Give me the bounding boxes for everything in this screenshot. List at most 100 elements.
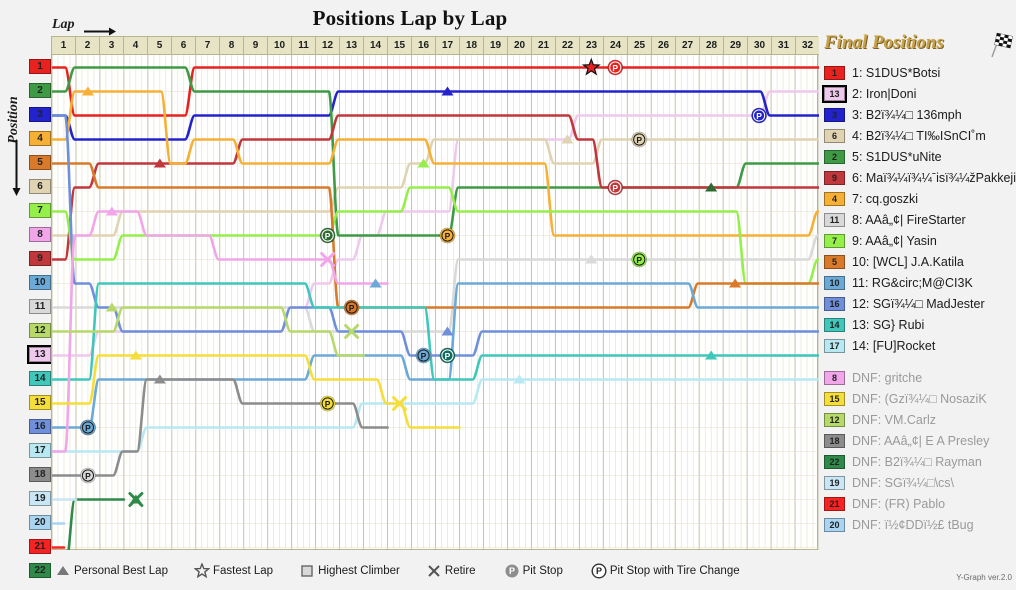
pit-stop-tire-marker-icon: P <box>631 131 648 148</box>
legend-dnf-row[interactable]: 18 DNF: AAâ„¢| E A Presley <box>824 430 1016 451</box>
legend-finisher-row[interactable]: 10 11: RG&circ;M@CI3K <box>824 272 1016 293</box>
lap-tick: 8 <box>220 37 244 54</box>
legend-dnf-row[interactable]: 8 DNF: gritche <box>824 367 1016 388</box>
legend-badge: 1 <box>824 65 845 80</box>
svg-text:P: P <box>85 423 91 433</box>
legend-dnf-row[interactable]: 15 DNF: (Gzï¾¼□ NosaziK <box>824 388 1016 409</box>
svg-text:P: P <box>325 399 331 409</box>
checkered-flag-icon <box>991 32 1013 58</box>
lap-tick: 32 <box>801 40 814 51</box>
legend-badge: 2 <box>824 149 845 164</box>
legend-dnf-row[interactable]: 19 DNF: SGï¾¼□\cs\ <box>824 472 1016 493</box>
symbol-legend-item: Retire <box>426 563 476 579</box>
pit-stop-tire-marker-icon: P <box>607 179 624 196</box>
pit-stop-tire-marker-icon: P <box>80 419 96 436</box>
legend-finisher-row[interactable]: 9 6: Maï¾¼ï¾¼ˉisï¾¼žPakkeji <box>824 167 1016 188</box>
symbol-legend-item: P Pit Stop <box>504 563 563 579</box>
symbol-legend-label: Retire <box>444 565 476 577</box>
legend-driver-name: 14: [FU]Rocket <box>852 338 936 353</box>
legend-driver-name: DNF: AAâ„¢| E A Presley <box>852 433 990 448</box>
lap-tick: 13 <box>340 37 364 54</box>
legend-driver-name: DNF: B2ï¾¼□ Rayman <box>852 454 982 469</box>
legend-finisher-row[interactable]: 6 4: B2ï¾¼□ TI‰ISnCI˚m <box>824 125 1016 146</box>
x-axis-arrow-icon <box>84 27 116 36</box>
position-badge-19: 19 <box>29 491 51 506</box>
lap-tick: 16 <box>412 37 436 54</box>
legend-finisher-row[interactable]: 14 13: SG} Rubi <box>824 314 1016 335</box>
legend-badge: 17 <box>824 338 845 353</box>
legend-finisher-row[interactable]: 3 3: B2ï¾¼□ 136mph <box>824 104 1016 125</box>
legend-title: Final Positions <box>824 32 944 53</box>
legend-finisher-row[interactable]: 1 1: S1DUS*Botsi <box>824 62 1016 83</box>
pit-stop-tire-marker-icon: P <box>319 395 336 412</box>
position-badge-8: 8 <box>29 227 51 242</box>
legend-finisher-row[interactable]: 17 14: [FU]Rocket <box>824 335 1016 356</box>
legend-finisher-row[interactable]: 11 8: AAâ„¢| FireStarter <box>824 209 1016 230</box>
position-badge-20: 20 <box>29 515 51 530</box>
position-badge-1: 1 <box>29 59 51 74</box>
legend-driver-name: DNF: VM.Carlz <box>852 412 937 427</box>
legend-badge: 4 <box>824 191 845 206</box>
svg-text:P: P <box>421 351 427 361</box>
svg-text:P: P <box>325 231 331 241</box>
pit-stop-icon: P <box>505 564 519 578</box>
position-badge-11: 11 <box>29 299 51 314</box>
legend-finisher-row[interactable]: 13 2: Iron|Doni <box>822 83 1016 104</box>
legend-badge: 12 <box>824 412 845 427</box>
legend-driver-name: 10: [WCL] J.A.Katila <box>852 254 964 269</box>
lap-tick: 4 <box>124 37 148 54</box>
legend-dnf-row[interactable]: 21 DNF: (FR) Pablo <box>824 493 1016 514</box>
lap-tick: 1 <box>52 37 76 54</box>
position-badge-21: 21 <box>29 539 51 554</box>
lap-tick: 23 <box>580 37 604 54</box>
pit-stop-tire-icon: P <box>591 563 607 579</box>
legend-driver-name: 4: B2ï¾¼□ TI‰ISnCI˚m <box>852 128 986 143</box>
legend-badge: 22 <box>824 454 845 469</box>
triangle-up-icon <box>57 566 69 575</box>
lap-tick: 7 <box>196 37 220 54</box>
legend-finisher-row[interactable]: 7 9: AAâ„¢| Yasin <box>824 230 1016 251</box>
lap-tick: 25 <box>628 37 652 54</box>
legend-badge: 18 <box>824 433 845 448</box>
legend-driver-name: DNF: ï½¢DDï½£ tBug <box>852 517 974 532</box>
lap-tick: 10 <box>268 37 292 54</box>
legend-finisher-row[interactable]: 16 12: SGï¾¼□ MadJester <box>824 293 1016 314</box>
legend-badge: 11 <box>824 212 845 227</box>
symbol-legend-label: Fastest Lap <box>212 565 274 577</box>
symbol-legend-item: Highest Climber <box>299 563 400 579</box>
chart-plot-frame: 1 2 3 4 5 6 7 8 9 10 11 12 13 14 15 16 17 18 19 20 21 22 23 24 2… <box>51 36 819 550</box>
svg-text:P: P <box>85 471 91 481</box>
legend-driver-name: 5: S1DUS*uNite <box>852 149 942 164</box>
pit-stop-tire-marker-icon: P <box>80 467 96 484</box>
legend-badge: 5 <box>824 254 845 269</box>
legend-badge: 13 <box>822 84 847 103</box>
position-lines-plot: PPPPPPPPPPPPPP <box>52 55 819 550</box>
svg-text:P: P <box>636 135 642 145</box>
lap-tick: 18 <box>460 37 484 54</box>
legend-finisher-row[interactable]: 2 5: S1DUS*uNite <box>824 146 1016 167</box>
lap-tick: 30 <box>748 37 772 54</box>
legend-dnf-row[interactable]: 20 DNF: ï½¢DDï½£ tBug <box>824 514 1016 535</box>
legend-badge: 16 <box>824 296 845 311</box>
legend-badge: 15 <box>824 391 845 406</box>
position-badge-13: 13 <box>27 345 53 364</box>
position-badge-16: 16 <box>29 419 51 434</box>
legend-finisher-row[interactable]: 4 7: cq.goszki <box>824 188 1016 209</box>
legend-driver-name: 6: Maï¾¼ï¾¼ˉisï¾¼žPakkeji <box>852 170 1016 185</box>
legend-dnf-row[interactable]: 22 DNF: B2ï¾¼□ Rayman <box>824 451 1016 472</box>
symbol-legend-item: P Pit Stop with Tire Change <box>591 563 740 579</box>
legend-entries: 1 1: S1DUS*Botsi 13 2: Iron|Doni 3 3: B2ï¾¼□ … <box>822 62 1016 535</box>
version-label: Y-Graph ver.2.0 <box>956 573 1012 582</box>
legend-finisher-row[interactable]: 5 10: [WCL] J.A.Katila <box>824 251 1016 272</box>
page-title: Positions Lap by Lap <box>312 6 508 30</box>
legend-driver-name: DNF: (FR) Pablo <box>852 496 946 511</box>
x-axis-label: Lap <box>52 17 75 32</box>
legend-dnf-row[interactable]: 12 DNF: VM.Carlz <box>824 409 1016 430</box>
pit-stop-tire-marker-icon: P <box>343 299 360 316</box>
svg-text:P: P <box>612 183 618 193</box>
lap-tick: 12 <box>316 37 340 54</box>
lap-tick: 22 <box>556 37 580 54</box>
svg-text:P: P <box>596 566 602 576</box>
position-badge-3: 3 <box>29 107 51 122</box>
legend-badge: 9 <box>824 170 845 185</box>
